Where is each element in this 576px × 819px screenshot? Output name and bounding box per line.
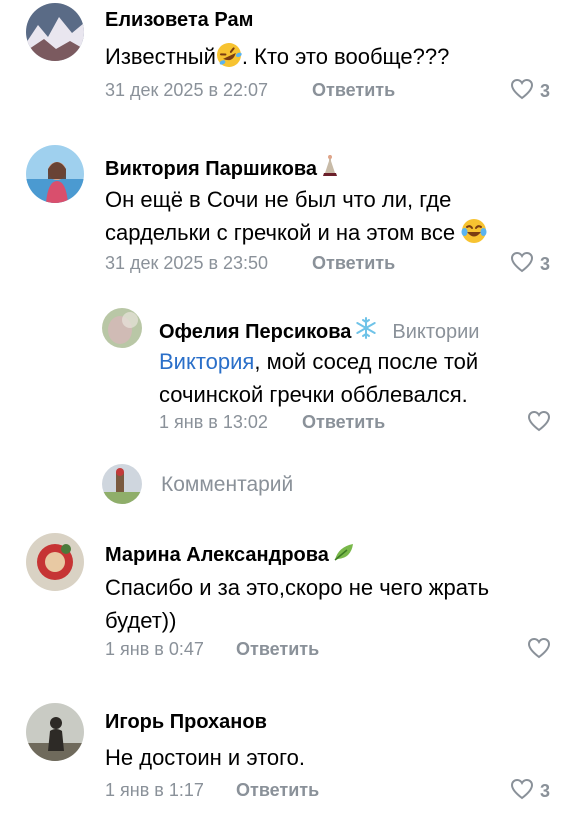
comment-text: Виктория, мой сосед после той сочинской … bbox=[159, 349, 479, 407]
comment-date: 1 янв в 0:47 bbox=[105, 639, 204, 659]
like-count: 3 bbox=[540, 81, 551, 101]
avatar bbox=[102, 464, 142, 504]
comment-text: Известный. Кто это вообще??? bbox=[105, 40, 545, 77]
mention-link[interactable]: Виктория bbox=[159, 349, 254, 374]
like-count: 3 bbox=[540, 781, 551, 801]
avatar[interactable] bbox=[26, 703, 84, 761]
comment-text: Он ещё в Сочи не был что ли, где сардель… bbox=[105, 183, 545, 253]
heart-outline-icon bbox=[527, 410, 551, 437]
reply-button[interactable]: Ответить bbox=[312, 253, 395, 274]
snowflake-icon bbox=[354, 316, 378, 346]
avatar[interactable] bbox=[26, 3, 84, 61]
comment-author[interactable]: Виктория Паршикова bbox=[105, 153, 340, 183]
like-button[interactable] bbox=[527, 410, 551, 437]
reply-button[interactable]: Ответить bbox=[302, 412, 385, 433]
heart-outline-icon bbox=[527, 637, 551, 664]
heart-outline-icon bbox=[510, 251, 534, 278]
comment-text: Не достоин и этого. bbox=[105, 745, 306, 770]
reply-button[interactable]: Ответить bbox=[312, 80, 395, 101]
leaf-icon bbox=[332, 541, 356, 569]
comment-author[interactable]: Игорь Проханов bbox=[105, 711, 267, 734]
comment-input[interactable]: Комментарий bbox=[161, 473, 293, 497]
comment-date: 31 дек 2025 в 22:07 bbox=[105, 80, 269, 100]
comment-date: 1 янв в 1:17 bbox=[105, 780, 204, 800]
like-button[interactable]: 3 bbox=[510, 251, 550, 278]
comment-author[interactable]: Елизовета Рам bbox=[105, 9, 253, 32]
avatar[interactable] bbox=[102, 308, 142, 348]
heart-outline-icon bbox=[510, 778, 534, 805]
like-button[interactable]: 3 bbox=[510, 78, 550, 105]
comment-date: 31 дек 2025 в 23:50 bbox=[105, 253, 269, 273]
rolling-on-floor-laughing-emoji bbox=[216, 42, 242, 77]
reply-button[interactable]: Ответить bbox=[236, 639, 319, 660]
like-count: 3 bbox=[540, 254, 551, 274]
comment-date: 1 янв в 13:02 bbox=[159, 412, 268, 432]
avatar[interactable] bbox=[26, 145, 84, 203]
comment-text: Спасибо и за это,скоро не чего жрать буд… bbox=[105, 575, 490, 633]
tears-of-joy-emoji bbox=[461, 218, 487, 253]
avatar[interactable] bbox=[26, 533, 84, 591]
like-button[interactable] bbox=[527, 637, 551, 664]
reply-to-label[interactable]: Виктории bbox=[392, 321, 479, 343]
reply-button[interactable]: Ответить bbox=[236, 780, 319, 801]
heart-outline-icon bbox=[510, 78, 534, 105]
comment-author[interactable]: Марина Александрова bbox=[105, 541, 356, 569]
like-button[interactable]: 3 bbox=[510, 778, 550, 805]
status-badge-icon bbox=[320, 153, 340, 183]
comment-author[interactable]: Офелия Персикова Виктории bbox=[159, 316, 479, 346]
